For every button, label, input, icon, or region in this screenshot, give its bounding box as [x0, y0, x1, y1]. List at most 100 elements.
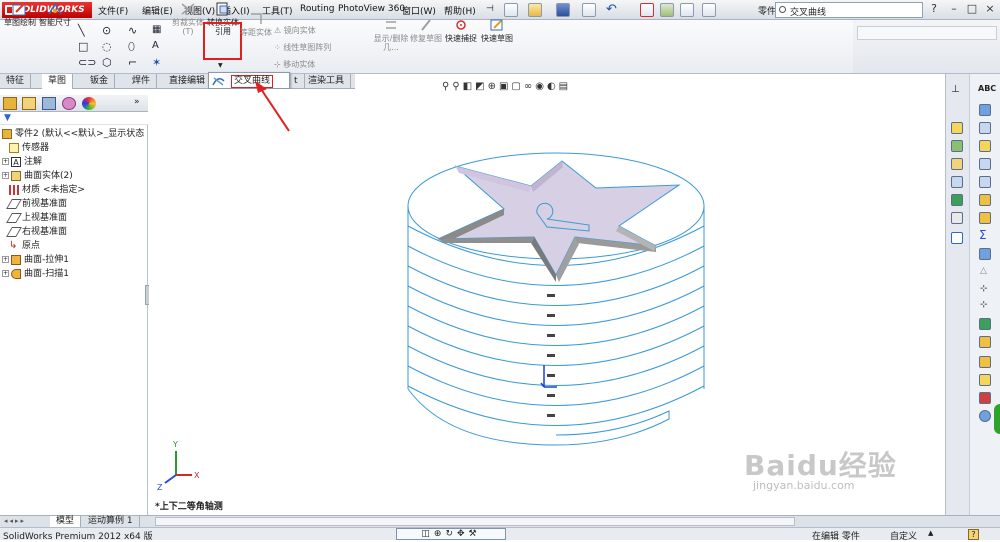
photoview-icon[interactable] [979, 336, 991, 348]
display-manager-icon[interactable] [82, 97, 96, 110]
simulation-icon[interactable] [979, 318, 991, 330]
smart-dimension-button[interactable]: 智能尺寸 [38, 2, 72, 27]
select-icon[interactable] [640, 3, 654, 17]
tree-item-sensors[interactable]: 传感器 [9, 142, 49, 155]
rectangle-icon[interactable]: □ [78, 40, 88, 53]
tree-item-origin[interactable]: ↳ 原点 [9, 240, 40, 253]
section-properties-icon[interactable] [979, 248, 991, 260]
tab-direct-editing[interactable]: 直接编辑 [163, 74, 213, 89]
tab-sketch[interactable]: 草图 [42, 74, 74, 89]
quick-snaps-button[interactable]: 快速捕捉 [445, 18, 477, 43]
slot-icon[interactable]: ⊂⊃ [78, 56, 96, 69]
construction-grid-icon[interactable]: ▦ [152, 24, 161, 35]
tab-sheet-metal[interactable]: 钣金 [84, 74, 116, 89]
sum-icon[interactable]: Σ [979, 228, 987, 242]
toolbox-icon[interactable] [979, 392, 991, 404]
graphics-viewport[interactable]: ⚲⚲◧◩⊕▣▢∞◉◐▤ Y X Z *上下二等角轴测 Baidu经验 jingy… [149, 81, 945, 515]
status-units-arrow-icon[interactable]: ▲ [928, 529, 933, 537]
tab-features[interactable]: 特征 [0, 74, 32, 89]
trim-entities-button[interactable]: 剪裁实体(T) [170, 2, 206, 36]
horizontal-scrollbar[interactable] [155, 517, 795, 526]
front-view-icon[interactable] [979, 122, 991, 134]
display-relations-button[interactable]: 显示/删除几... [372, 18, 410, 52]
tree-item-surface-sweep[interactable]: + 曲面-扫描1 [2, 268, 69, 281]
options-icon[interactable] [702, 3, 716, 17]
rebuild-icon[interactable] [660, 3, 674, 17]
dimxpert-tool-icon[interactable] [979, 374, 991, 386]
side-tab-handle[interactable] [994, 404, 1000, 434]
close-button[interactable]: × [982, 2, 998, 16]
tab-weldments[interactable]: 焊件 [126, 74, 158, 89]
open-folder-icon[interactable] [528, 3, 542, 17]
tab-scroll-arrows-icon[interactable]: ◂◂▸▸ [4, 517, 26, 525]
expand-icon[interactable]: + [2, 270, 9, 277]
tab-render-tools[interactable]: 渲染工具 [302, 74, 352, 89]
maximize-button[interactable]: □ [964, 2, 980, 16]
spline-icon[interactable]: ∿ [128, 24, 137, 37]
home-icon[interactable] [951, 122, 963, 134]
fillet-icon[interactable]: ⌐ [128, 56, 137, 69]
center-icon[interactable]: ⊕ [434, 529, 446, 539]
offset-entities-button[interactable]: 等距实体 [240, 12, 272, 37]
tree-item-surface-extrude[interactable]: + 曲面-拉伸1 [2, 254, 69, 267]
file-properties-icon[interactable] [680, 3, 694, 17]
appearances-icon[interactable] [951, 194, 963, 206]
tree-root[interactable]: 零件2 (默认<<默认>_显示状态 [2, 128, 144, 141]
sketch-button[interactable]: 草图绘制 [3, 2, 37, 27]
motion-study-icon[interactable] [979, 356, 991, 368]
move-view-icon[interactable]: ⊹ [980, 284, 988, 294]
line-icon[interactable]: ╲ [78, 24, 85, 37]
minimize-button[interactable]: – [946, 2, 962, 16]
spell-check-icon[interactable]: ABC [978, 84, 996, 93]
menu-routing[interactable]: Routing [300, 4, 335, 14]
dimxpert-icon[interactable] [62, 97, 76, 110]
zoom-icon[interactable]: ◫ [421, 529, 434, 539]
print-icon[interactable] [582, 3, 596, 17]
text-icon[interactable]: A [152, 40, 159, 51]
measure-icon[interactable] [979, 140, 991, 152]
tree-item-surface-bodies[interactable]: + 曲面实体(2) [2, 170, 73, 183]
status-help-icon[interactable]: ? [968, 529, 979, 540]
search-input[interactable]: 交叉曲线 [775, 2, 923, 18]
draft-analysis-icon[interactable]: △ [980, 266, 987, 276]
tree-item-annotations[interactable]: + A 注解 [2, 156, 42, 169]
ellipse-icon[interactable]: ⬯ [128, 40, 135, 54]
pan-icon[interactable]: ✥ [457, 529, 469, 539]
new-document-icon[interactable] [504, 3, 518, 17]
feature-manager-icon[interactable] [3, 97, 17, 110]
view-palette-icon[interactable] [951, 176, 963, 188]
pin-icon[interactable]: ⊣ [486, 4, 494, 14]
tree-item-right-plane[interactable]: 右视基准面 [6, 226, 67, 239]
convert-dropdown-arrow-icon[interactable]: ▼ [218, 62, 223, 69]
point-icon[interactable]: ✶ [152, 56, 161, 69]
save-icon[interactable] [556, 3, 570, 17]
expand-icon[interactable]: + [2, 172, 9, 179]
expand-icon[interactable]: + [2, 256, 9, 263]
repair-sketch-button[interactable]: 修复草图 [410, 18, 442, 43]
rapid-sketch-button[interactable]: 快速草图 [480, 18, 514, 43]
bottom-toolbar[interactable]: ◫⊕↻✥⚒ [396, 528, 506, 540]
render-icon[interactable] [979, 410, 991, 422]
pin-view-icon[interactable]: ⊥ [951, 84, 960, 95]
library-icon[interactable] [951, 140, 963, 152]
configuration-manager-icon[interactable] [42, 97, 56, 110]
menu-edit[interactable]: 编辑(E) [142, 4, 173, 17]
circle-icon[interactable]: ⊙ [102, 24, 111, 37]
tree-filter[interactable]: ▼ [0, 112, 148, 125]
check-icon[interactable] [979, 194, 991, 206]
top-view-icon[interactable] [979, 158, 991, 170]
property-manager-icon[interactable] [22, 97, 36, 110]
sensor-tool-icon[interactable] [979, 104, 991, 116]
undo-icon[interactable]: ↶ [606, 2, 617, 17]
menu-file[interactable]: 文件(F) [98, 4, 128, 17]
expand-icon[interactable]: + [2, 158, 9, 165]
panel-expand-icon[interactable]: » [134, 97, 140, 107]
rotate-icon[interactable]: ↻ [445, 529, 457, 539]
rotate-view-icon[interactable]: ⊹ [980, 300, 988, 310]
menu-window[interactable]: 窗口(W) [402, 4, 436, 17]
tree-item-front-plane[interactable]: 前视基准面 [6, 198, 67, 211]
tree-item-top-plane[interactable]: 上视基准面 [6, 212, 67, 225]
move-entities-button[interactable]: ⊹ 移动实体 [274, 59, 315, 70]
polygon-icon[interactable]: ⬡ [102, 56, 112, 69]
arc-icon[interactable]: ◌ [102, 40, 112, 53]
